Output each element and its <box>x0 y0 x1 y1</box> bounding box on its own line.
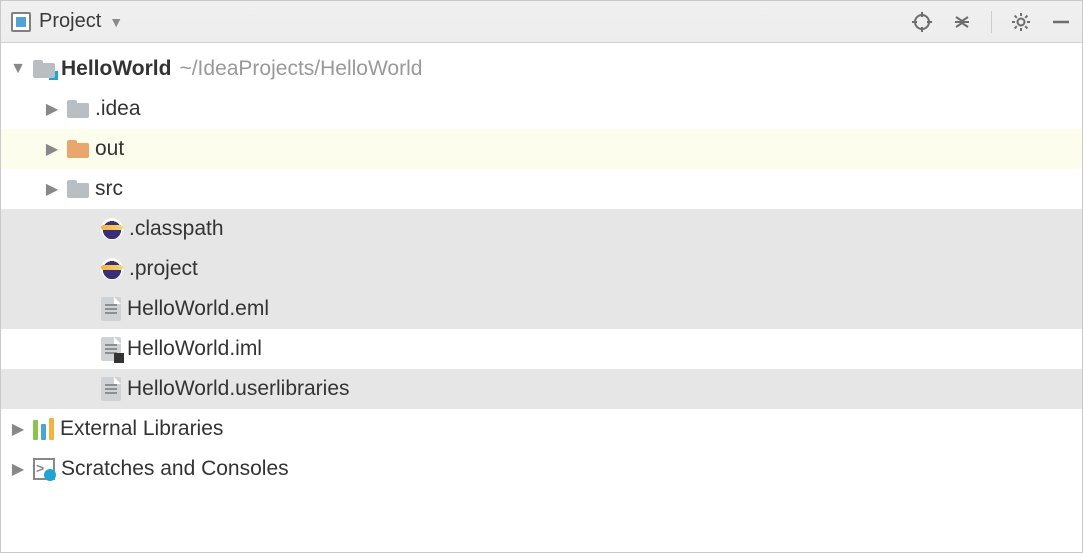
root-name: HelloWorld <box>61 57 171 80</box>
folder-icon <box>67 180 89 198</box>
chevron-right-icon[interactable]: ▶ <box>9 419 27 439</box>
eclipse-file-icon <box>101 218 123 240</box>
tree-label: HelloWorld.userlibraries <box>127 377 350 401</box>
toolbar-title[interactable]: Project <box>39 10 101 33</box>
tree-node-scratches[interactable]: ▶ >_ Scratches and Consoles <box>1 449 1082 489</box>
tree-label: External Libraries <box>60 417 223 441</box>
root-path: ~/IdeaProjects/HelloWorld <box>179 57 422 80</box>
collapse-all-icon[interactable] <box>951 11 973 33</box>
chevron-right-icon[interactable]: ▶ <box>9 459 27 479</box>
chevron-right-icon[interactable]: ▶ <box>43 139 61 159</box>
eclipse-file-icon <box>101 258 123 280</box>
module-folder-icon <box>33 60 55 78</box>
chevron-down-icon[interactable]: ▼ <box>9 60 27 78</box>
tree-label: HelloWorld ~/IdeaProjects/HelloWorld <box>61 57 422 81</box>
folder-icon <box>67 140 89 158</box>
tree-label: .classpath <box>129 217 224 241</box>
tree-node-src[interactable]: ▶ src <box>1 169 1082 209</box>
tree-node-userlibraries[interactable]: ▶ HelloWorld.userlibraries <box>1 369 1082 409</box>
iml-file-icon <box>101 337 121 361</box>
tree-node-external-libraries[interactable]: ▶ External Libraries <box>1 409 1082 449</box>
tree-label: HelloWorld.iml <box>127 337 262 361</box>
tree-label: src <box>95 177 123 201</box>
tree-node-project[interactable]: ▶ .project <box>1 249 1082 289</box>
tree-label: out <box>95 137 124 161</box>
project-tree: ▼ HelloWorld ~/IdeaProjects/HelloWorld ▶ … <box>1 43 1082 489</box>
text-file-icon <box>101 377 121 401</box>
tree-label: .idea <box>95 97 141 121</box>
toolbar-right <box>911 11 1072 33</box>
scratches-icon: >_ <box>33 458 55 480</box>
folder-icon <box>67 100 89 118</box>
project-toolbar: Project ▼ <box>1 1 1082 43</box>
tree-node-out[interactable]: ▶ out <box>1 129 1082 169</box>
toolbar-separator <box>991 11 992 33</box>
tree-label: Scratches and Consoles <box>61 457 289 481</box>
tree-node-idea[interactable]: ▶ .idea <box>1 89 1082 129</box>
tree-label: HelloWorld.eml <box>127 297 269 321</box>
dropdown-arrow-icon[interactable]: ▼ <box>109 14 123 30</box>
chevron-right-icon[interactable]: ▶ <box>43 99 61 119</box>
tree-node-eml[interactable]: ▶ HelloWorld.eml <box>1 289 1082 329</box>
tree-node-iml[interactable]: ▶ HelloWorld.iml <box>1 329 1082 369</box>
library-icon <box>33 418 54 440</box>
text-file-icon <box>101 297 121 321</box>
toolbar-left: Project ▼ <box>11 10 123 33</box>
chevron-right-icon[interactable]: ▶ <box>43 179 61 199</box>
locate-icon[interactable] <box>911 11 933 33</box>
tool-window-icon <box>11 12 31 32</box>
tree-node-root[interactable]: ▼ HelloWorld ~/IdeaProjects/HelloWorld <box>1 49 1082 89</box>
minimize-icon[interactable] <box>1050 11 1072 33</box>
tree-label: .project <box>129 257 198 281</box>
gear-icon[interactable] <box>1010 11 1032 33</box>
tree-node-classpath[interactable]: ▶ .classpath <box>1 209 1082 249</box>
